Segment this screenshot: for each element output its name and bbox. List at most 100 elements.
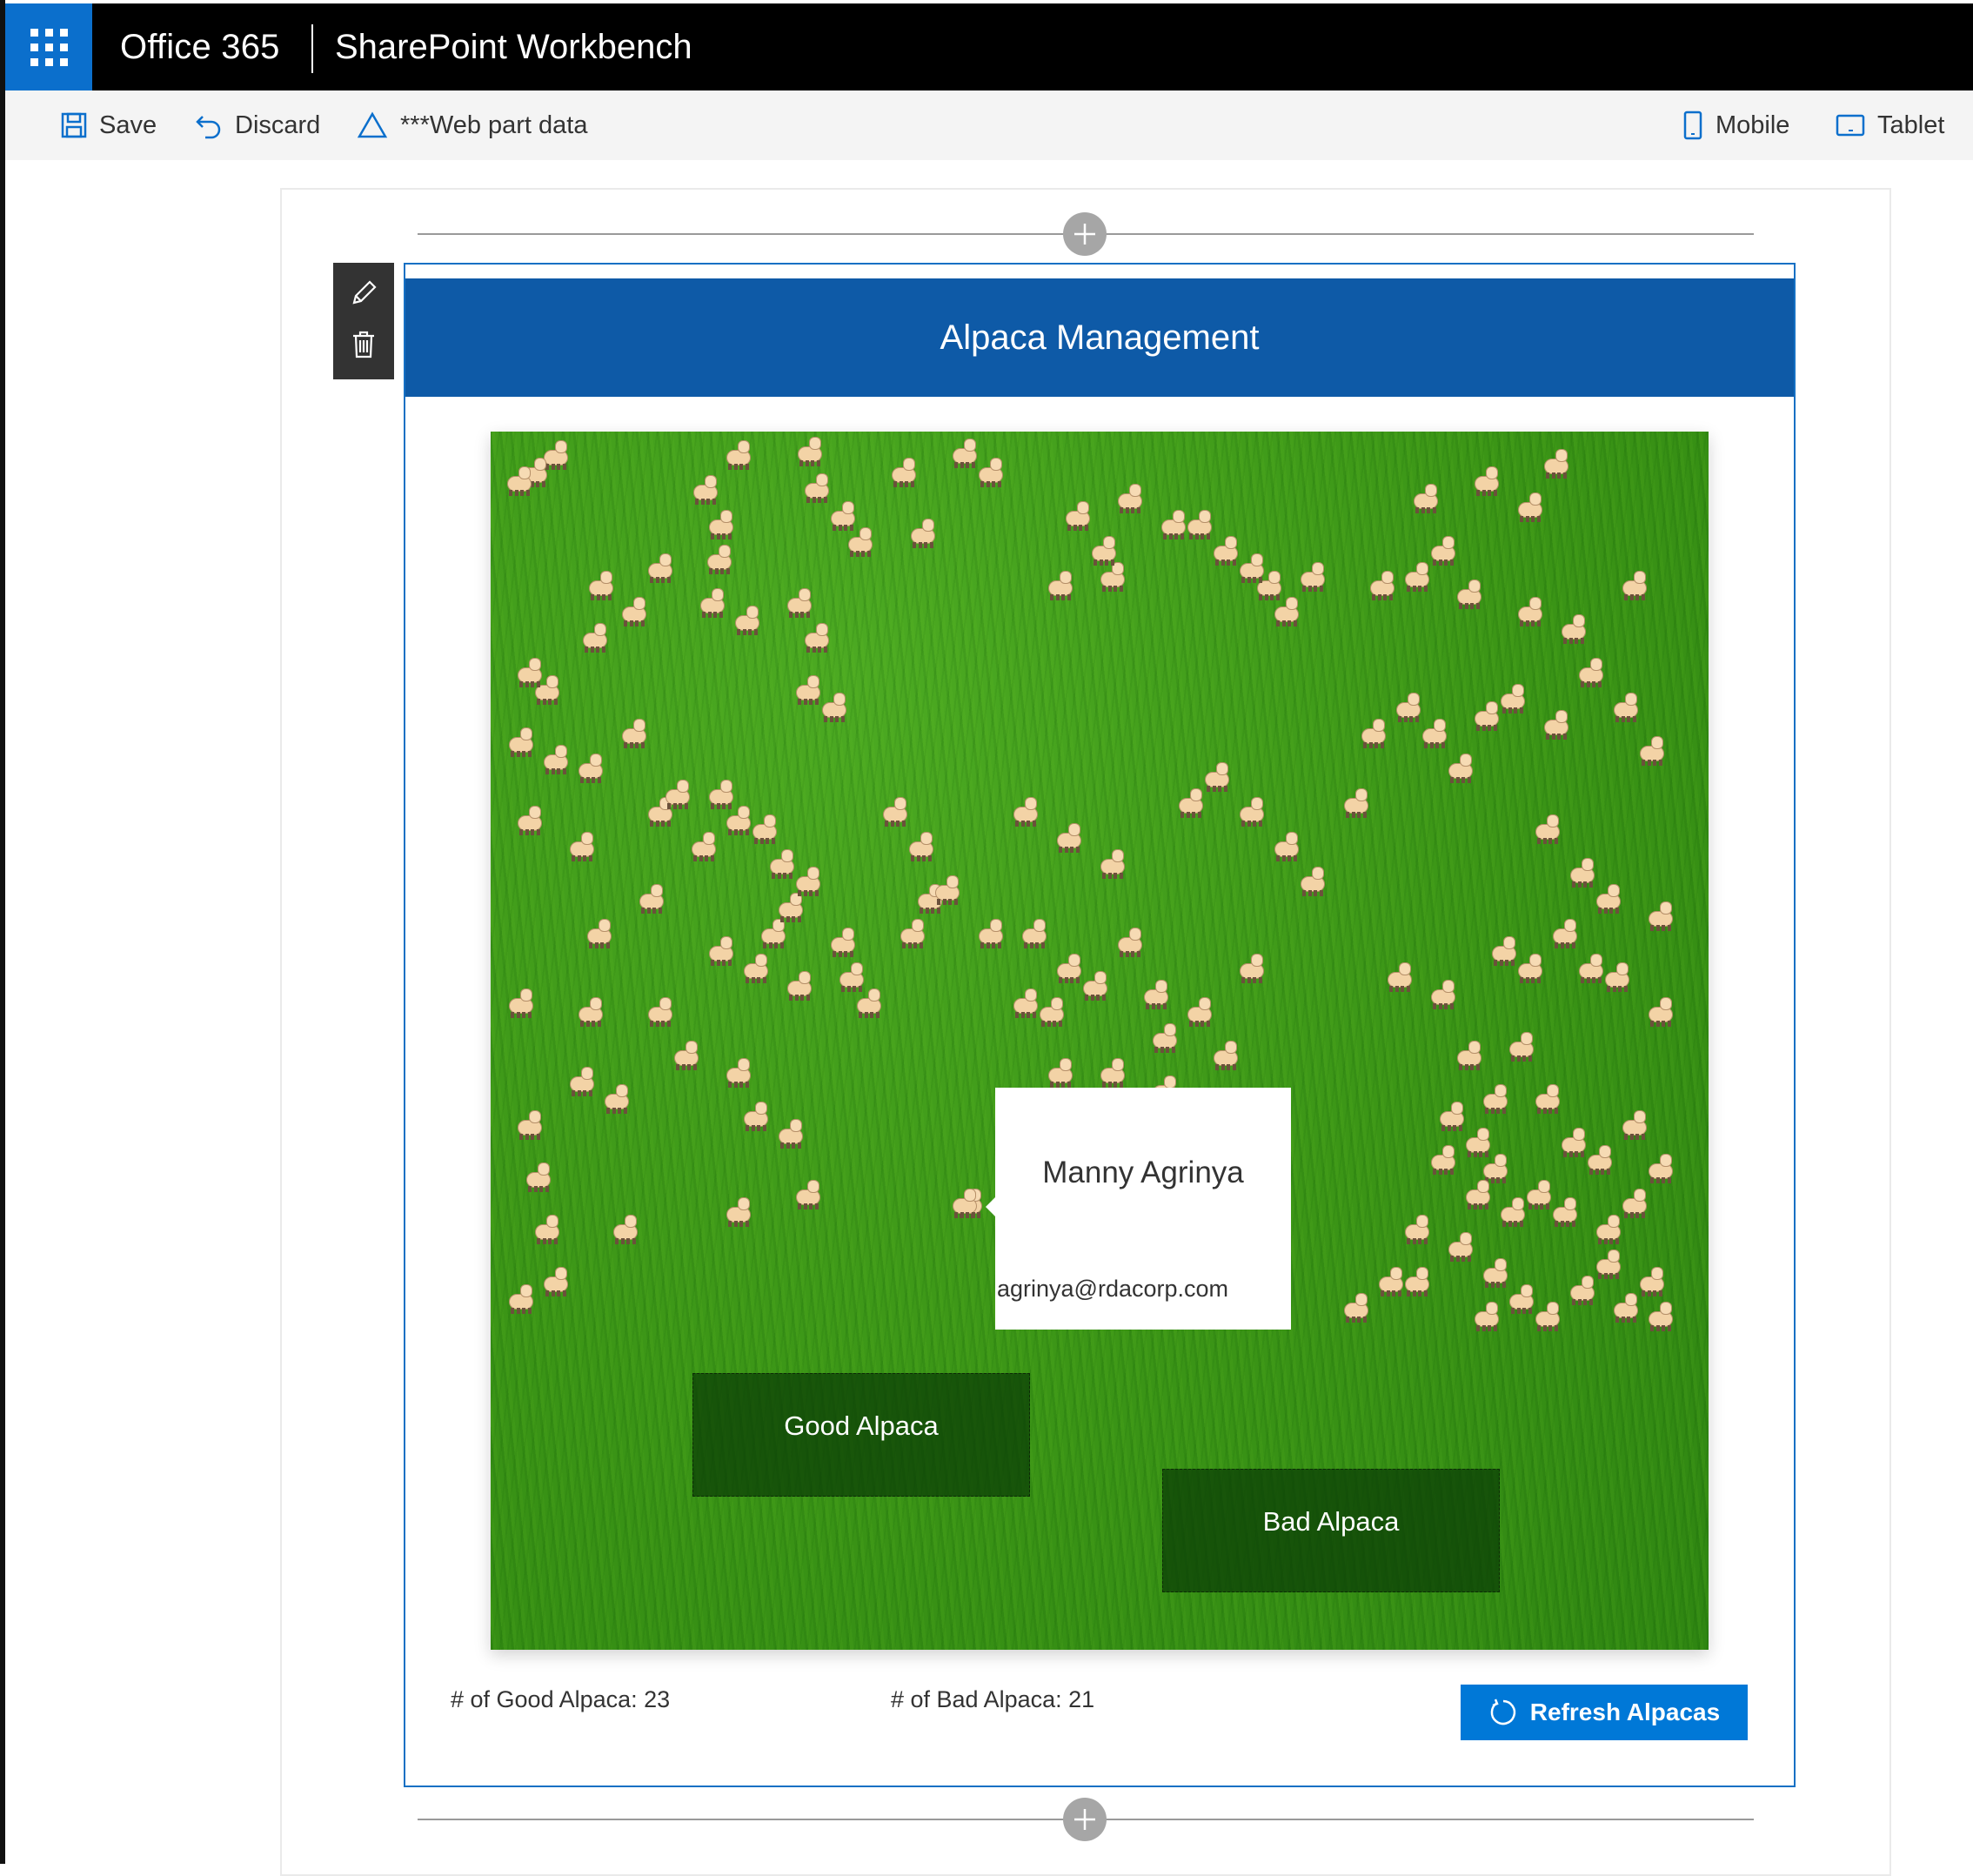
alpaca-icon[interactable] xyxy=(1100,562,1126,592)
alpaca-icon[interactable] xyxy=(1622,1189,1648,1218)
alpaca-icon[interactable] xyxy=(1456,1041,1482,1070)
alpaca-icon[interactable] xyxy=(726,1197,752,1227)
alpaca-icon[interactable] xyxy=(1604,962,1630,992)
alpaca-icon[interactable] xyxy=(734,606,760,635)
alpaca-icon[interactable] xyxy=(752,814,778,844)
alpaca-icon[interactable] xyxy=(1595,1250,1622,1279)
alpaca-icon[interactable] xyxy=(1178,788,1204,818)
alpaca-icon[interactable] xyxy=(1430,980,1456,1009)
alpaca-icon[interactable] xyxy=(1239,954,1265,983)
alpaca-icon[interactable] xyxy=(1204,762,1230,792)
alpaca-icon[interactable] xyxy=(699,588,726,618)
alpaca-icon[interactable] xyxy=(1491,936,1517,966)
alpaca-icon[interactable] xyxy=(508,727,534,757)
alpaca-icon[interactable] xyxy=(1622,1110,1648,1140)
alpaca-icon[interactable] xyxy=(647,997,673,1027)
alpaca-icon[interactable] xyxy=(1543,710,1569,740)
alpaca-icon[interactable] xyxy=(1430,536,1456,566)
alpaca-icon[interactable] xyxy=(604,1084,630,1114)
alpaca-icon[interactable] xyxy=(1047,1058,1073,1088)
alpaca-icon[interactable] xyxy=(1047,571,1073,600)
alpaca-icon[interactable] xyxy=(847,527,873,557)
alpaca-icon[interactable] xyxy=(804,473,830,503)
alpaca-icon[interactable] xyxy=(1274,597,1300,626)
alpaca-icon[interactable] xyxy=(517,1110,543,1140)
alpaca-icon[interactable] xyxy=(786,971,813,1001)
alpaca-icon[interactable] xyxy=(891,458,917,487)
alpaca-icon[interactable] xyxy=(804,623,830,653)
refresh-alpacas-button[interactable]: Refresh Alpacas xyxy=(1461,1685,1748,1740)
alpaca-icon[interactable] xyxy=(647,553,673,583)
alpaca-icon[interactable] xyxy=(882,797,908,827)
alpaca-icon[interactable] xyxy=(1535,1084,1561,1114)
alpaca-icon[interactable] xyxy=(1474,701,1500,731)
alpaca-icon[interactable] xyxy=(1526,1180,1552,1209)
alpaca-icon[interactable] xyxy=(1648,901,1674,931)
alpaca-icon[interactable] xyxy=(706,545,732,574)
alpaca-icon[interactable] xyxy=(1500,1197,1526,1227)
alpaca-icon[interactable] xyxy=(1361,719,1387,748)
good-alpaca-dropzone[interactable]: Good Alpaca xyxy=(692,1373,1030,1497)
alpaca-icon[interactable] xyxy=(1517,597,1543,626)
alpaca-field[interactable]: Good Alpaca Bad Alpaca Manny Agrinya agr… xyxy=(491,432,1709,1650)
alpaca-icon[interactable] xyxy=(578,997,604,1027)
delete-webpart-button[interactable] xyxy=(351,330,377,364)
bad-alpaca-dropzone[interactable]: Bad Alpaca xyxy=(1162,1469,1500,1592)
alpaca-icon[interactable] xyxy=(534,1215,560,1244)
alpaca-icon[interactable] xyxy=(1474,1302,1500,1331)
alpaca-icon[interactable] xyxy=(1160,510,1187,539)
alpaca-icon[interactable] xyxy=(578,754,604,783)
alpaca-icon[interactable] xyxy=(673,1041,699,1070)
alpaca-icon[interactable] xyxy=(778,893,804,922)
alpaca-icon[interactable] xyxy=(1404,1215,1430,1244)
alpaca-icon[interactable] xyxy=(588,571,614,600)
alpaca-icon[interactable] xyxy=(1152,1023,1178,1053)
alpaca-icon[interactable] xyxy=(1578,954,1604,983)
alpaca-icon[interactable] xyxy=(1187,997,1213,1027)
alpaca-icon[interactable] xyxy=(1117,484,1143,513)
alpaca-icon[interactable] xyxy=(708,780,734,809)
alpaca-icon[interactable] xyxy=(1508,1032,1535,1062)
alpaca-icon[interactable] xyxy=(795,867,821,896)
alpaca-icon[interactable] xyxy=(525,1162,552,1192)
tablet-preview-button[interactable]: Tablet xyxy=(1836,90,1944,160)
alpaca-icon[interactable] xyxy=(1448,1232,1474,1262)
alpaca-icon[interactable] xyxy=(1595,1215,1622,1244)
alpaca-icon[interactable] xyxy=(517,658,543,687)
alpaca-icon[interactable] xyxy=(1100,1058,1126,1088)
alpaca-icon[interactable] xyxy=(1430,1145,1456,1175)
alpaca-icon[interactable] xyxy=(778,1119,804,1149)
alpaca-icon[interactable] xyxy=(508,1284,534,1314)
add-webpart-bottom-button[interactable] xyxy=(1063,1798,1107,1841)
alpaca-icon[interactable] xyxy=(692,475,719,505)
alpaca-icon[interactable] xyxy=(1300,867,1326,896)
alpaca-icon[interactable] xyxy=(1117,928,1143,957)
alpaca-icon[interactable] xyxy=(1213,536,1239,566)
alpaca-icon[interactable] xyxy=(786,588,813,618)
alpaca-icon[interactable] xyxy=(708,510,734,539)
alpaca-icon[interactable] xyxy=(830,928,856,957)
alpaca-icon[interactable] xyxy=(1595,884,1622,914)
alpaca-icon[interactable] xyxy=(769,849,795,879)
alpaca-icon[interactable] xyxy=(543,745,569,774)
office-365-brand[interactable]: Office 365 xyxy=(120,28,280,67)
alpaca-icon[interactable] xyxy=(1413,484,1439,513)
alpaca-icon[interactable] xyxy=(795,1180,821,1209)
alpaca-icon[interactable] xyxy=(506,466,532,496)
alpaca-icon[interactable] xyxy=(1639,736,1665,766)
alpaca-icon[interactable] xyxy=(1239,797,1265,827)
alpaca-icon[interactable] xyxy=(910,519,936,548)
alpaca-icon[interactable] xyxy=(1039,997,1065,1027)
alpaca-icon[interactable] xyxy=(978,458,1004,487)
alpaca-icon[interactable] xyxy=(1561,614,1587,644)
alpaca-icon[interactable] xyxy=(1535,814,1561,844)
alpaca-icon[interactable] xyxy=(1387,962,1413,992)
webpart-data-button[interactable]: ***Web part data xyxy=(357,90,588,160)
alpaca-icon[interactable] xyxy=(586,919,612,948)
edit-webpart-button[interactable] xyxy=(349,278,378,312)
alpaca-icon[interactable] xyxy=(1517,954,1543,983)
alpaca-icon[interactable] xyxy=(1439,1102,1465,1131)
app-launcher-icon[interactable] xyxy=(5,3,92,90)
alpaca-icon[interactable] xyxy=(1648,1302,1674,1331)
alpaca-icon[interactable] xyxy=(1213,1041,1239,1070)
